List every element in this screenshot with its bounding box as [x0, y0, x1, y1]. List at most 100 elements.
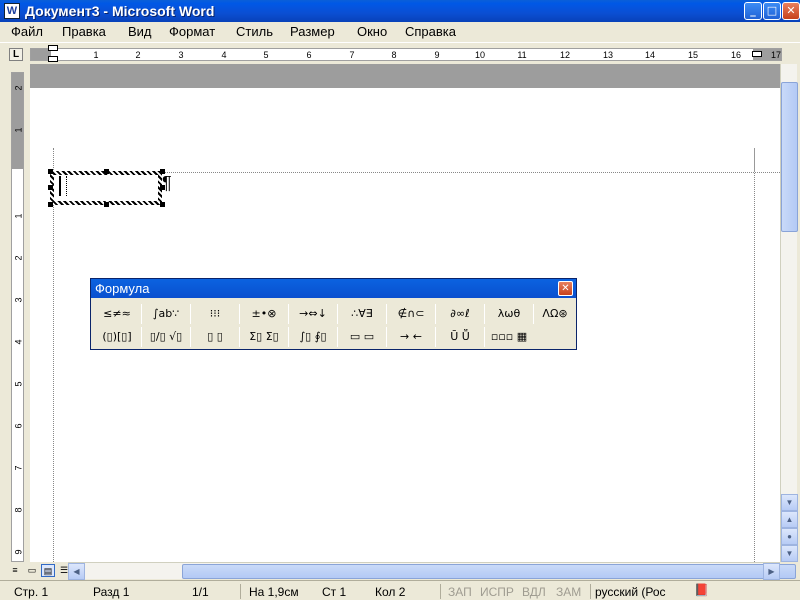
select-browse-object-button[interactable]: ● — [781, 528, 798, 545]
normal-view-icon[interactable]: ≡ — [8, 564, 22, 577]
ruler-number: 3 — [13, 297, 24, 303]
toolbar-separator — [239, 304, 240, 324]
status-section: Разд 1 — [93, 585, 130, 599]
underbar-overbar-templates-button[interactable]: ▭ ▭ — [342, 326, 382, 348]
ruler-number: 4 — [221, 50, 227, 60]
tab-selector-button[interactable]: L — [9, 48, 23, 61]
spelling-check-icon[interactable]: 📕 — [694, 583, 709, 597]
resize-handle[interactable] — [160, 202, 165, 207]
status-track-changes[interactable]: ИСПР — [480, 585, 514, 599]
menu-format[interactable]: Формат — [169, 24, 215, 39]
menu-view[interactable]: Вид — [128, 24, 152, 39]
operator-symbols-button[interactable]: ±•⊗ — [244, 303, 284, 325]
ruler-number: 5 — [263, 50, 269, 60]
summation-templates-button[interactable]: Σ▯ Σ▯ — [244, 326, 284, 348]
status-separator — [590, 584, 591, 599]
first-line-indent-marker[interactable] — [48, 45, 58, 51]
menu-style[interactable]: Стиль — [236, 24, 273, 39]
ruler-number: 7 — [349, 50, 355, 60]
set-theory-symbols-button[interactable]: ∉∩⊂ — [391, 303, 431, 325]
web-layout-icon[interactable]: ▭ — [25, 564, 39, 577]
menu-help[interactable]: Справка — [405, 24, 456, 39]
matrix-templates-button[interactable]: ▫▫▫ ▦ — [489, 326, 529, 348]
horizontal-scroll-row: ≡ ▭ ▤ ☰ ◀ ▶ — [0, 562, 800, 580]
right-indent-marker[interactable] — [752, 51, 762, 57]
status-record-macro[interactable]: ЗАП — [448, 585, 472, 599]
status-page: Стр. 1 — [14, 585, 49, 599]
ruler-number: 12 — [559, 50, 571, 60]
horizontal-scrollbar[interactable]: ◀ ▶ — [68, 562, 796, 580]
resize-handle[interactable] — [104, 169, 109, 174]
ruler-number: 2 — [13, 255, 24, 261]
minimize-button[interactable]: _ — [744, 2, 762, 20]
greek-uppercase-button[interactable]: ΛΩ⊛ — [536, 303, 574, 325]
menu-window[interactable]: Окно — [357, 24, 387, 39]
equation-toolbar-close-button[interactable]: ✕ — [558, 281, 573, 296]
fraction-radical-templates-button[interactable]: ▯/▯ √▯ — [146, 326, 186, 348]
ruler-number: 15 — [687, 50, 699, 60]
status-extend-selection[interactable]: ВДЛ — [522, 585, 546, 599]
ruler-number: 3 — [178, 50, 184, 60]
scroll-down-button[interactable]: ▼ — [781, 494, 798, 511]
ruler-number: 14 — [644, 50, 656, 60]
logical-symbols-button[interactable]: ∴∀∃ — [342, 303, 382, 325]
status-column: Кол 2 — [375, 585, 406, 599]
toolbar-separator — [386, 327, 387, 347]
resize-handle[interactable] — [104, 202, 109, 207]
word-app-icon[interactable]: W — [4, 3, 20, 19]
margin-corner-mark — [754, 148, 755, 172]
maximize-button[interactable]: □ — [763, 2, 781, 20]
ruler-number: 8 — [391, 50, 397, 60]
ruler-number: 13 — [602, 50, 614, 60]
menu-size[interactable]: Размер — [290, 24, 335, 39]
ruler-number: 17 — [770, 50, 782, 60]
equation-insertion-slot[interactable] — [59, 176, 67, 196]
scroll-right-button[interactable]: ▶ — [763, 563, 780, 580]
spaces-ellipses-button[interactable]: ∫ab∵ — [146, 303, 186, 325]
labeled-arrow-templates-button[interactable]: → ← — [391, 326, 431, 348]
toolbar-separator — [190, 304, 191, 324]
arrow-symbols-button[interactable]: →⇔↓ — [293, 303, 333, 325]
text-boundary-left — [53, 148, 54, 562]
misc-symbols-button[interactable]: ∂∞ℓ — [440, 303, 480, 325]
resize-handle[interactable] — [48, 202, 53, 207]
fence-templates-button[interactable]: (▯)[▯] — [97, 326, 137, 348]
status-separator — [440, 584, 441, 599]
horizontal-scroll-thumb[interactable] — [182, 564, 796, 579]
previous-page-button[interactable]: ▲ — [781, 511, 798, 528]
scroll-left-button[interactable]: ◀ — [68, 563, 85, 580]
status-line: Ст 1 — [322, 585, 347, 599]
toolbar-separator — [141, 327, 142, 347]
subscript-superscript-templates-button[interactable]: ▯ ▯ — [195, 326, 235, 348]
equation-toolbar-title[interactable]: Формула — [91, 279, 576, 298]
ruler-number: 16 — [730, 50, 742, 60]
embellishments-button[interactable]: ⁝⁝⁝ — [195, 303, 235, 325]
ruler-number: 8 — [13, 507, 24, 513]
relational-symbols-button[interactable]: ≤≠≈ — [97, 303, 137, 325]
products-set-theory-templates-button[interactable]: Ū Ṻ — [440, 326, 480, 348]
integral-templates-button[interactable]: ∫▯ ∮▯ — [293, 326, 333, 348]
vertical-scrollbar[interactable]: ▼ ▲ ● ▼ — [780, 64, 798, 562]
close-button[interactable]: ✕ — [782, 2, 800, 20]
vertical-scroll-thumb[interactable] — [781, 82, 798, 232]
toolbar-separator — [484, 327, 485, 347]
status-overtype[interactable]: ЗАМ — [556, 585, 581, 599]
left-indent-marker[interactable] — [48, 56, 58, 62]
equation-toolbar[interactable]: Формула ✕ ≤≠≈ ∫ab∵ ⁝⁝⁝ ±•⊗ →⇔↓ ∴∀∃ ∉∩⊂ ∂… — [90, 278, 577, 350]
greek-lowercase-button[interactable]: λωθ — [489, 303, 529, 325]
vertical-ruler[interactable]: 2 1 1 2 3 4 5 6 7 8 9 — [11, 72, 24, 562]
status-language[interactable]: русский (Рос — [595, 585, 666, 599]
horizontal-ruler[interactable]: 1 2 3 4 5 6 7 8 9 10 11 12 13 14 15 16 1… — [30, 48, 782, 61]
print-layout-icon[interactable]: ▤ — [41, 564, 55, 577]
text-boundary-right — [754, 148, 755, 562]
next-page-button[interactable]: ▼ — [781, 545, 798, 562]
resize-handle[interactable] — [48, 185, 53, 190]
ruler-number: 5 — [13, 381, 24, 387]
status-separator — [240, 584, 241, 599]
menu-file[interactable]: Файл — [11, 24, 43, 39]
ruler-number: 1 — [13, 127, 24, 133]
toolbar-separator — [337, 327, 338, 347]
toolbar-separator — [435, 304, 436, 324]
menu-edit[interactable]: Правка — [62, 24, 106, 39]
resize-handle[interactable] — [48, 169, 53, 174]
